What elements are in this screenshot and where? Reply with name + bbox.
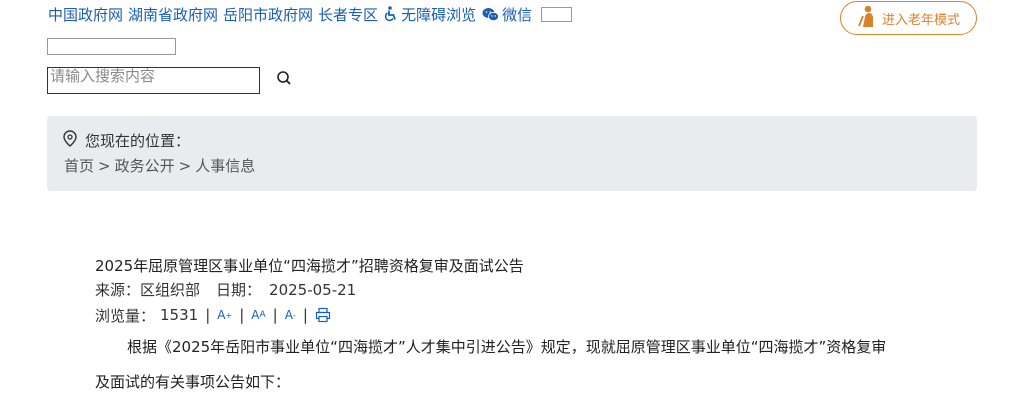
link-yueyang-gov[interactable]: 岳阳市政府网 bbox=[223, 4, 313, 25]
search-icon[interactable] bbox=[276, 70, 292, 86]
empty-box bbox=[47, 38, 176, 55]
location-label: 您现在的位置： bbox=[85, 132, 191, 150]
elder-mode-label: 进入老年模式 bbox=[881, 12, 960, 28]
wheelchair-icon[interactable] bbox=[384, 6, 398, 22]
views-label: 浏览量： bbox=[95, 306, 156, 325]
breadcrumb-separator: > bbox=[178, 157, 192, 175]
article-tools: 浏览量： 1531 | A + | AA | A- | bbox=[95, 305, 331, 325]
divider: | bbox=[302, 306, 308, 324]
breadcrumb-separator: > bbox=[98, 157, 111, 175]
link-elder-zone[interactable]: 长者专区 bbox=[318, 4, 378, 25]
date-label: 日期： bbox=[216, 281, 262, 299]
divider: | bbox=[272, 306, 278, 324]
wechat-link[interactable]: 微信 bbox=[502, 4, 532, 25]
article-title: 2025年屈原管理区事业单位“四海揽才”招聘资格复审及面试公告 bbox=[95, 257, 524, 275]
location-panel: 您现在的位置： 首页 > 政务公开 > 人事信息 bbox=[47, 116, 977, 191]
source-label: 来源： bbox=[95, 281, 141, 299]
divider: | bbox=[205, 306, 211, 324]
breadcrumb-personnel[interactable]: 人事信息 bbox=[195, 157, 255, 175]
location-pin-icon bbox=[63, 130, 77, 151]
top-navigation: 中国政府网 湖南省政府网 岳阳市政府网 长者专区 无障碍浏览 微信 bbox=[48, 2, 573, 26]
article-paragraph-line: 根据《2025年岳阳市事业单位“四海揽才”人才集中引进公告》规定，现就屈原管理区… bbox=[127, 338, 887, 356]
accessibility-link[interactable]: 无障碍浏览 bbox=[401, 4, 476, 25]
breadcrumb-home[interactable]: 首页 bbox=[64, 157, 94, 175]
font-default-icon[interactable]: AA bbox=[251, 308, 265, 322]
link-hunan-gov[interactable]: 湖南省政府网 bbox=[128, 4, 218, 25]
elder-mode-button[interactable]: 进入老年模式 bbox=[840, 1, 977, 35]
print-icon[interactable] bbox=[315, 307, 331, 323]
breadcrumb-gov-affairs[interactable]: 政务公开 bbox=[115, 157, 175, 175]
wechat-qr-placeholder bbox=[541, 6, 573, 22]
source-value: 区组织部 bbox=[140, 281, 201, 299]
font-decrease-icon[interactable]: A- bbox=[285, 308, 296, 322]
date-value: 2025-05-21 bbox=[269, 281, 357, 299]
search-input[interactable] bbox=[47, 67, 260, 94]
link-china-gov[interactable]: 中国政府网 bbox=[48, 4, 123, 25]
font-increase-icon[interactable]: A + bbox=[217, 308, 232, 322]
views-count: 1531 bbox=[160, 306, 199, 324]
location-label-row: 您现在的位置： bbox=[63, 130, 190, 151]
article-paragraph-line: 及面试的有关事项公告如下： bbox=[95, 373, 291, 391]
elder-person-icon bbox=[857, 5, 877, 31]
divider: | bbox=[239, 306, 245, 324]
breadcrumb: 首页 > 政务公开 > 人事信息 bbox=[64, 155, 255, 176]
article-meta: 来源：区组织部 日期： 2025-05-21 bbox=[95, 279, 356, 300]
wechat-icon[interactable] bbox=[482, 7, 499, 22]
